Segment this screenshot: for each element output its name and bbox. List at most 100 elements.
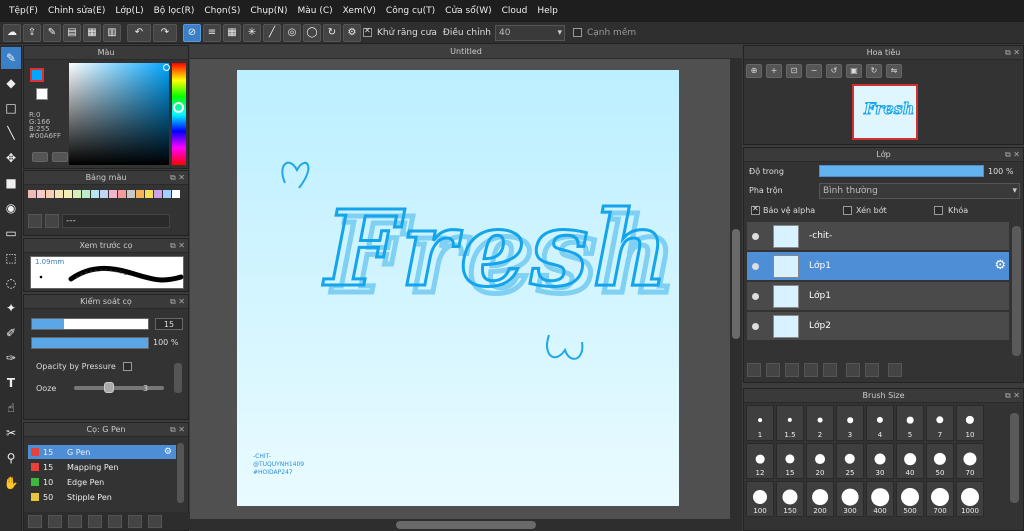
brush-settings-icon[interactable] — [88, 514, 102, 528]
ooze-slider-track[interactable] — [74, 386, 164, 390]
menu-capture[interactable]: Chụp(N) — [245, 6, 292, 16]
share-icon[interactable]: ⇪ — [23, 23, 41, 42]
palette-name-field[interactable]: --- — [62, 214, 170, 228]
fill-icon[interactable]: ◉ — [1, 197, 21, 219]
panel-close-icon[interactable]: ⧉ ✕ — [170, 295, 185, 308]
rotate-left-icon[interactable]: ↺ — [826, 64, 842, 78]
material-icon[interactable]: ▤ — [63, 23, 81, 42]
magic-wand-icon[interactable]: ✦ — [1, 297, 21, 319]
color-swatch[interactable] — [82, 190, 90, 198]
curve-snap-icon[interactable]: ↻ — [323, 23, 341, 42]
menu-edit[interactable]: Chỉnh sửa(E) — [43, 6, 110, 16]
tile-icon[interactable]: ▦ — [83, 23, 101, 42]
select-pen-icon[interactable]: ✐ — [1, 322, 21, 344]
navigator-thumbnail[interactable]: Fresh — [852, 84, 918, 140]
brush-size-option[interactable]: 4 — [866, 405, 894, 441]
brush-size-option[interactable]: 300 — [836, 481, 864, 517]
brush-folder-icon[interactable] — [108, 514, 122, 528]
color-swatch[interactable] — [37, 190, 45, 198]
trash-icon[interactable] — [888, 363, 902, 377]
brush-size-option[interactable]: 30 — [866, 443, 894, 479]
background-color[interactable] — [36, 88, 48, 100]
duplicate-brush-icon[interactable] — [128, 514, 142, 528]
hue-slider[interactable] — [172, 63, 186, 165]
select-icon[interactable]: ⬚ — [1, 247, 21, 269]
add-layer-menu-icon[interactable] — [804, 363, 818, 377]
layer-scrollbar[interactable] — [1012, 226, 1021, 356]
brush-size-option[interactable]: 12 — [746, 443, 774, 479]
color-swatch[interactable] — [118, 190, 126, 198]
gear-icon[interactable]: ⚙ — [994, 258, 1006, 273]
rotate-right-icon[interactable]: ↻ — [866, 64, 882, 78]
brush-size-bar[interactable] — [31, 318, 149, 330]
eraser-icon[interactable]: ◆ — [1, 72, 21, 94]
fill-rect-icon[interactable]: ■ — [1, 172, 21, 194]
brush-row-mapping-pen[interactable]: 15 Mapping Pen — [28, 460, 176, 474]
brush-size-option[interactable]: 40 — [896, 443, 924, 479]
gear-icon[interactable]: ⚙ — [164, 447, 172, 457]
menu-select[interactable]: Chọn(S) — [199, 6, 245, 16]
menu-cloud[interactable]: Cloud — [497, 6, 533, 16]
brush-size-option[interactable]: 500 — [896, 481, 924, 517]
film-icon[interactable]: ▥ — [103, 23, 121, 42]
brush-row-stipple-pen[interactable]: 50 Stipple Pen — [28, 490, 176, 504]
brush-size-option[interactable]: 25 — [836, 443, 864, 479]
folder-icon[interactable] — [823, 363, 837, 377]
brush-control-scrollbar[interactable] — [174, 363, 182, 393]
blend-mode-select[interactable]: Bình thường ▾ — [819, 183, 1020, 199]
cloud-icon[interactable]: ☁ — [3, 23, 21, 42]
adjust-combo[interactable]: 40 ▾ — [494, 24, 565, 41]
canvas-vscroll-thumb[interactable] — [732, 229, 740, 339]
fit-window-icon[interactable]: ▣ — [846, 64, 862, 78]
ooze-slider-knob[interactable] — [104, 382, 114, 393]
zoom-in-icon[interactable]: + — [766, 64, 782, 78]
pen-icon[interactable]: ✎ — [1, 47, 21, 69]
lasso-icon[interactable]: ◌ — [1, 272, 21, 294]
color-swatch[interactable] — [163, 190, 171, 198]
add-brush-icon[interactable] — [68, 514, 82, 528]
hand-icon[interactable]: ✋ — [1, 472, 21, 494]
opacity-pressure-checkbox[interactable] — [123, 362, 132, 371]
lock-checkbox[interactable] — [934, 206, 943, 215]
duplicate-layer-icon[interactable] — [846, 363, 860, 377]
color-swatch[interactable] — [55, 190, 63, 198]
color-mode-button[interactable] — [32, 152, 48, 162]
brush-row-g-pen[interactable]: 15 G Pen ⚙ — [28, 445, 176, 459]
zoom-out-icon[interactable]: − — [806, 64, 822, 78]
trash-icon[interactable] — [148, 514, 162, 528]
circle-snap-icon[interactable]: ◎ — [283, 23, 301, 42]
menu-color[interactable]: Màu (C) — [293, 6, 338, 16]
move-icon[interactable]: ✥ — [1, 147, 21, 169]
canvas-hscroll-thumb[interactable] — [396, 521, 536, 529]
clipping-checkbox[interactable] — [843, 206, 852, 215]
new-1bit-layer-icon[interactable] — [785, 363, 799, 377]
color-swatch[interactable] — [64, 190, 72, 198]
brush-size-value[interactable]: 15 — [155, 318, 183, 330]
color-swatch[interactable] — [100, 190, 108, 198]
delete-palette-icon[interactable] — [45, 214, 59, 228]
menu-help[interactable]: Help — [532, 6, 563, 16]
zoom-fit-icon[interactable]: ⊕ — [746, 64, 762, 78]
new-brush-icon[interactable] — [48, 514, 62, 528]
actual-size-icon[interactable]: ⊡ — [786, 64, 802, 78]
brush-size-option[interactable]: 50 — [926, 443, 954, 479]
brush-size-option[interactable]: 700 — [926, 481, 954, 517]
brush-size-option[interactable]: 10 — [956, 405, 984, 441]
brush-size-option[interactable]: 200 — [806, 481, 834, 517]
ellipse-snap-icon[interactable]: ◯ — [303, 23, 321, 42]
gradient-icon[interactable]: ▭ — [1, 222, 21, 244]
color-swatch[interactable] — [172, 190, 180, 198]
rectangle-icon[interactable]: □ — [1, 97, 21, 119]
new-palette-icon[interactable] — [28, 214, 42, 228]
menu-file[interactable]: Tệp(F) — [4, 6, 43, 16]
visibility-icon[interactable] — [752, 233, 759, 240]
brush-size-option[interactable]: 1000 — [956, 481, 984, 517]
brush-size-option[interactable]: 5 — [896, 405, 924, 441]
canvas-horizontal-scrollbar[interactable] — [190, 519, 742, 531]
new-halftone-layer-icon[interactable] — [766, 363, 780, 377]
saturation-value-picker[interactable] — [69, 63, 169, 165]
antialias-checkbox[interactable] — [363, 26, 372, 37]
visibility-icon[interactable] — [752, 263, 759, 270]
drawing-canvas[interactable]: Fresh Fresh -CHIT- @TUQUYNH1409 #HOIDAP2… — [237, 70, 679, 506]
brush-size-scrollbar[interactable] — [1010, 413, 1019, 503]
